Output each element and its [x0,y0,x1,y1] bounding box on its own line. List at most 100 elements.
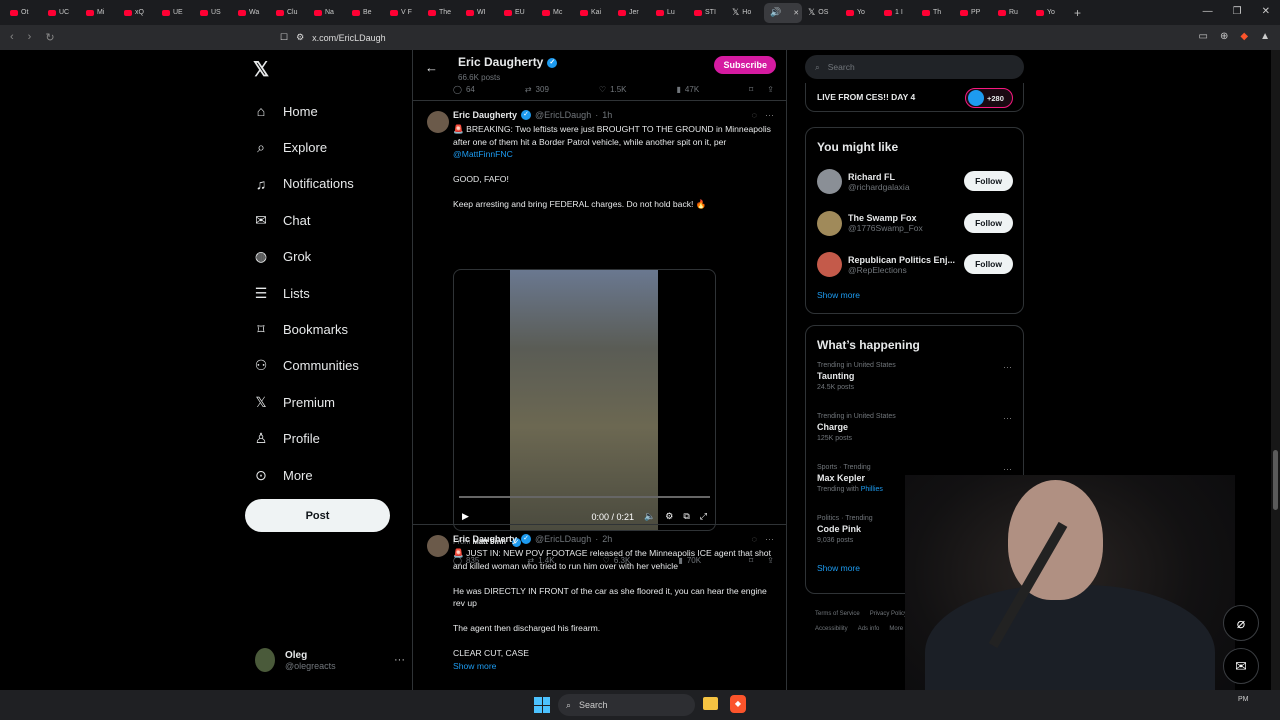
suggestion-name[interactable]: Richard FL [848,172,910,182]
close-icon[interactable]: ✕ [1262,6,1270,17]
bookmark-icon[interactable]: ⌑ [749,85,753,94]
tweet[interactable]: Eric Daugherty ✓ @EricLDaugh · 1h ◌ ··· … [413,101,786,565]
nav-item-grok[interactable]: ◍ Grok [245,239,405,275]
tweet-author-handle[interactable]: @EricLDaugh [535,110,591,120]
avatar[interactable] [817,169,842,195]
pip-icon[interactable]: ⧉ [683,511,689,522]
browser-tab[interactable]: Mc [536,3,574,23]
footer-link[interactable]: Accessibility [815,626,848,632]
video-frame[interactable] [510,270,658,530]
avatar[interactable] [817,252,842,278]
tweet[interactable]: Eric Daugherty ✓ @EricLDaugh · 2h ◌ ··· … [413,525,786,690]
new-tab-icon[interactable]: + [1074,6,1081,20]
forward-icon[interactable]: › [28,31,32,44]
browser-tab[interactable]: Th [916,3,954,23]
video-player[interactable]: ▶ 0:00 / 0:21 🔈 ⚙ ⧉ ⤢ [453,269,716,531]
nav-item-home[interactable]: ⌂ Home [245,93,405,129]
zoom-icon[interactable]: ⊕ [1220,31,1228,42]
account-switcher[interactable]: Oleg @olegreacts ··· [255,648,405,672]
nav-item-bookmarks[interactable]: ⌑ Bookmarks [245,311,405,347]
avatar[interactable] [427,111,449,133]
follow-button[interactable]: Follow [964,171,1013,191]
browser-tab[interactable]: Mi [80,3,118,23]
nav-item-notifications[interactable]: ♫ Notifications [245,166,405,202]
reply-button[interactable]: ◯ 64 [453,85,475,94]
subscribe-button[interactable]: Subscribe [714,56,776,74]
tweet-author-name[interactable]: Eric Daugherty [453,110,517,120]
volume-icon[interactable]: 🔈 [644,511,655,522]
share-icon[interactable]: ⇪ [767,85,774,94]
browser-tab[interactable]: Jer [612,3,650,23]
nav-item-chat[interactable]: ✉ Chat [245,202,405,238]
footer-link[interactable]: Privacy Policy [870,611,907,617]
browser-tab[interactable]: US [194,3,232,23]
play-icon[interactable]: ▶ [462,511,469,522]
show-more-link[interactable]: Show more [453,660,775,673]
grok-icon[interactable]: ◌ [752,110,757,120]
browser-tab[interactable]: V F [384,3,422,23]
clock[interactable]: PM [1238,695,1249,704]
tweet-timestamp[interactable]: 1h [602,110,612,120]
more-dots-icon[interactable]: ··· [1003,362,1012,372]
fullscreen-icon[interactable]: ⤢ [700,511,707,522]
video-progress-bar[interactable] [459,496,710,498]
nav-item-explore[interactable]: ⌕ Explore [245,129,405,165]
suggestion-name[interactable]: Republican Politics Enj... [848,255,955,265]
nav-item-profile[interactable]: ♙ Profile [245,421,405,457]
browser-tab[interactable]: Na [308,3,346,23]
browser-tab[interactable]: EU [498,3,536,23]
brave-browser-icon[interactable]: ◆ [730,695,746,713]
browser-tab[interactable]: Ot [4,3,42,23]
browser-tab[interactable]: Yo [840,3,878,23]
avatar[interactable] [817,210,842,236]
tweet-author-name[interactable]: Eric Daugherty [453,534,517,544]
live-badge[interactable]: +280 [965,88,1013,108]
trend-item[interactable]: Trending in United States Charge 125K post… [806,409,1023,460]
reload-icon[interactable]: ↻ [45,31,54,44]
taskbar-search[interactable]: ⌕ Search [558,694,695,716]
site-settings-icon[interactable]: ⚙ [296,32,304,43]
browser-tab[interactable]: Be [346,3,384,23]
url-text[interactable]: x.com/EricLDaugh [312,33,386,43]
browser-tab[interactable]: PP [954,3,992,23]
nav-item-communities[interactable]: ⚇ Communities [245,348,405,384]
repost-button[interactable]: ⇄ 309 [525,85,549,94]
follow-suggestion[interactable]: Richard FL @richardgalaxia Follow [806,161,1023,203]
browser-tab[interactable]: Ru [992,3,1030,23]
mention-link[interactable]: @MattFinnFNC [453,149,513,159]
more-dots-icon[interactable]: ··· [1003,413,1012,423]
follow-button[interactable]: Follow [964,254,1013,274]
messages-icon[interactable]: ✉ [1223,648,1259,684]
grok-icon[interactable]: ◌ [752,534,757,544]
browser-tab[interactable]: The [422,3,460,23]
search-input[interactable]: ⌕ Search [805,55,1024,79]
follow-suggestion[interactable]: Republican Politics Enj... @RepElections F… [806,244,1023,286]
browser-tab[interactable]: Lu [650,3,688,23]
browser-tab[interactable]: UE [156,3,194,23]
trend-link[interactable]: Phillies [861,486,883,493]
trend-item[interactable]: Trending in United States Taunting 24.5K p… [806,358,1023,409]
browser-tab[interactable]: 𝕏 Ho [726,3,764,23]
back-arrow-icon[interactable]: ← [425,60,438,75]
rewards-icon[interactable]: ▲ [1260,31,1270,42]
more-dots-icon[interactable]: ··· [394,654,405,666]
follow-suggestion[interactable]: The Swamp Fox @1776Swamp_Fox Follow [806,203,1023,245]
file-explorer-icon[interactable] [703,697,718,710]
footer-link[interactable]: Terms of Service [815,611,860,617]
tweet-author-handle[interactable]: @EricLDaugh [535,534,591,544]
cast-icon[interactable]: ▭ [1199,31,1208,42]
minimize-icon[interactable]: — [1203,6,1213,17]
more-dots-icon[interactable]: ··· [765,534,774,544]
views-button[interactable]: ▮ 47K [677,85,700,94]
restore-icon[interactable]: ❐ [1233,6,1242,17]
nav-item-more[interactable]: ⊙ More [245,457,405,493]
browser-tab[interactable]: STI [688,3,726,23]
browser-tab[interactable]: UC [42,3,80,23]
suggestion-name[interactable]: The Swamp Fox [848,213,923,223]
nav-item-premium[interactable]: 𝕏 Premium [245,384,405,420]
windows-start-icon[interactable] [534,697,550,713]
tweet-timestamp[interactable]: 2h [602,534,612,544]
browser-tab[interactable]: Wa [232,3,270,23]
brave-shield-icon[interactable]: ◆ [1240,31,1248,42]
browser-tab[interactable]: xQ [118,3,156,23]
